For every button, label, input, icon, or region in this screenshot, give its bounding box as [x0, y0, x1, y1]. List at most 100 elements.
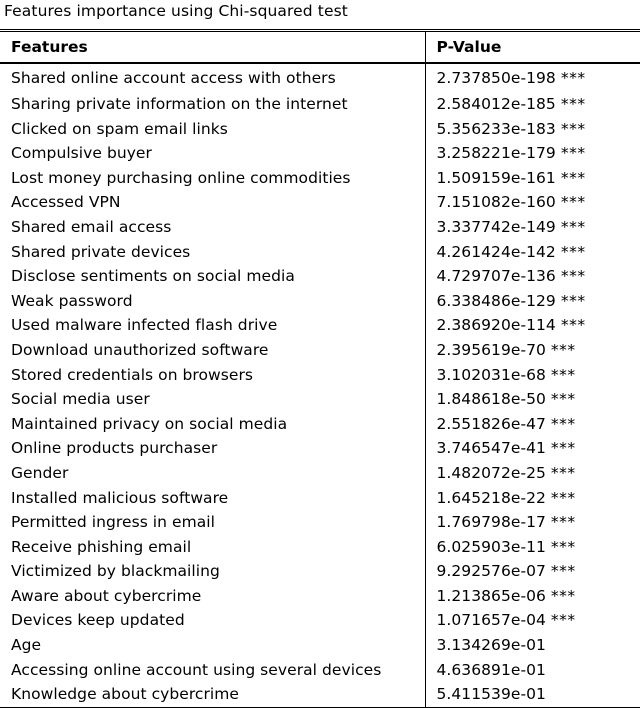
- pvalue-number: 9.292576e-07: [436, 562, 546, 581]
- cell-feature: Receive phishing email: [0, 534, 426, 560]
- cell-feature: Gender: [0, 460, 426, 486]
- table-row: Shared private devices 4.261424e-142 ***: [0, 239, 640, 265]
- cell-pvalue: 4.729707e-136 ***: [425, 264, 640, 289]
- pvalue-number: 1.509159e-161: [436, 168, 556, 187]
- significance-stars: ***: [550, 439, 576, 458]
- significance-stars: ***: [550, 365, 576, 384]
- cell-feature: Used malware infected flash drive: [0, 313, 426, 338]
- cell-pvalue: 1.645218e-22 ***: [425, 486, 640, 511]
- significance-stars: ***: [560, 69, 586, 87]
- table-caption: Features importance using Chi-squared te…: [4, 2, 348, 20]
- cell-feature: Shared email access: [0, 214, 426, 240]
- cell-pvalue: 1.509159e-161 ***: [425, 166, 640, 191]
- table-row: Accessing online account using several d…: [0, 657, 640, 683]
- cell-pvalue: 2.584012e-185 ***: [425, 92, 640, 117]
- significance-stars: ***: [550, 340, 576, 359]
- cell-pvalue: 2.551826e-47 ***: [425, 412, 640, 437]
- column-header-pvalue: P-Value: [436, 37, 502, 56]
- significance-stars: ***: [560, 242, 586, 261]
- cell-feature: Clicked on spam email links: [0, 116, 426, 142]
- cell-feature: Installed malicious software: [0, 485, 426, 511]
- pvalue-number: 1.482072e-25: [436, 463, 546, 482]
- table-row: Compulsive buyer 3.258221e-179 ***: [0, 141, 640, 166]
- significance-stars: ***: [560, 217, 586, 236]
- table-row: Clicked on spam email links 5.356233e-183…: [0, 116, 640, 142]
- cell-pvalue: 3.102031e-68 ***: [425, 363, 640, 388]
- significance-stars: ***: [550, 390, 576, 409]
- table-row: Gender 1.482072e-25 ***: [0, 460, 640, 486]
- cell-pvalue: 2.737850e-198 ***: [425, 64, 640, 92]
- table-row: Receive phishing email 6.025903e-11 ***: [0, 534, 640, 560]
- table-row: Permitted ingress in email 1.769798e-17 *…: [0, 510, 640, 535]
- cell-pvalue: 3.258221e-179 ***: [425, 141, 640, 166]
- pvalue-number: 5.356233e-183: [436, 119, 556, 138]
- cell-pvalue: 5.411539e-01: [425, 682, 640, 707]
- cell-feature: Online products purchaser: [0, 436, 426, 461]
- cell-pvalue: 1.769798e-17 ***: [425, 510, 640, 535]
- table-row: Download unauthorized software 2.395619e-…: [0, 337, 640, 363]
- table-row: Installed malicious software 1.645218e-22…: [0, 485, 640, 511]
- significance-stars: ***: [560, 291, 586, 310]
- pvalue-number: 3.337742e-149: [436, 217, 556, 236]
- cell-pvalue: 2.386920e-114 ***: [425, 313, 640, 338]
- pvalue-number: 6.338486e-129: [436, 291, 556, 310]
- pvalue-number: 4.261424e-142: [436, 242, 556, 261]
- cell-feature: Weak password: [0, 288, 426, 314]
- cell-pvalue: 1.213865e-06 ***: [425, 584, 640, 609]
- pvalue-number: 3.258221e-179: [436, 144, 556, 163]
- chi-squared-table: Features P-Value: [0, 31, 640, 62]
- table-row: Online products purchaser 3.746547e-41 **…: [0, 436, 640, 461]
- pvalue-number: 6.025903e-11: [436, 537, 546, 556]
- pvalue-number: 4.636891e-01: [436, 660, 546, 679]
- table-row: Weak password 6.338486e-129 ***: [0, 288, 640, 314]
- pvalue-number: 2.584012e-185: [436, 95, 556, 113]
- pvalue-number: 1.769798e-17: [436, 513, 546, 532]
- cell-pvalue: 3.134269e-01: [425, 633, 640, 658]
- cell-pvalue: 9.292576e-07 ***: [425, 559, 640, 584]
- table-page: Features importance using Chi-squared te…: [0, 0, 640, 708]
- table-row: Age 3.134269e-01: [0, 633, 640, 658]
- cell-pvalue: 2.395619e-70 ***: [425, 338, 640, 363]
- cell-pvalue: 7.151082e-160 ***: [425, 190, 640, 215]
- significance-stars: ***: [550, 611, 576, 630]
- cell-feature: Aware about cybercrime: [0, 583, 426, 609]
- significance-stars: ***: [560, 95, 586, 113]
- cell-feature: Stored credentials on browsers: [0, 362, 426, 388]
- cell-feature: Download unauthorized software: [0, 337, 426, 363]
- cell-pvalue: 1.071657e-04 ***: [425, 608, 640, 633]
- cell-feature: Victimized by blackmailing: [0, 559, 426, 584]
- significance-stars: ***: [560, 144, 586, 163]
- table-row: Disclose sentiments on social media 4.729…: [0, 264, 640, 289]
- pvalue-number: 3.134269e-01: [436, 636, 546, 655]
- cell-pvalue: 1.482072e-25 ***: [425, 461, 640, 486]
- cell-pvalue: 6.338486e-129 ***: [425, 289, 640, 314]
- pvalue-number: 1.071657e-04: [436, 611, 546, 630]
- table-row: Sharing private information on the inter…: [0, 92, 640, 117]
- table-row: Knowledge about cybercrime 5.411539e-01: [0, 682, 640, 707]
- cell-feature: Knowledge about cybercrime: [0, 682, 426, 707]
- pvalue-number: 2.386920e-114: [436, 316, 556, 335]
- pvalue-number: 2.737850e-198: [436, 69, 556, 87]
- significance-stars: ***: [560, 193, 586, 212]
- significance-stars: ***: [560, 267, 586, 286]
- table-row: Shared online account access with others…: [0, 64, 640, 92]
- table-row: Stored credentials on browsers 3.102031e-…: [0, 362, 640, 388]
- cell-pvalue: 3.746547e-41 ***: [425, 436, 640, 461]
- cell-feature: Compulsive buyer: [0, 141, 426, 166]
- table-row: Accessed VPN 7.151082e-160 ***: [0, 190, 640, 215]
- cell-feature: Lost money purchasing online commodities: [0, 165, 426, 191]
- cell-feature: Shared online account access with others: [0, 64, 426, 92]
- cell-feature: Disclose sentiments on social media: [0, 264, 426, 289]
- cell-feature: Permitted ingress in email: [0, 510, 426, 535]
- significance-stars: ***: [550, 513, 576, 532]
- cell-feature: Devices keep updated: [0, 608, 426, 634]
- cell-feature: Age: [0, 633, 426, 658]
- pvalue-number: 3.102031e-68: [436, 365, 546, 384]
- table-row: Aware about cybercrime 1.213865e-06 ***: [0, 583, 640, 609]
- table-row: Maintained privacy on social media 2.5518…: [0, 411, 640, 437]
- pvalue-number: 1.848618e-50: [436, 390, 546, 409]
- cell-pvalue: 1.848618e-50 ***: [425, 387, 640, 412]
- cell-pvalue: 5.356233e-183 ***: [425, 117, 640, 142]
- pvalue-number: 2.551826e-47: [436, 414, 546, 433]
- cell-feature: Shared private devices: [0, 239, 426, 265]
